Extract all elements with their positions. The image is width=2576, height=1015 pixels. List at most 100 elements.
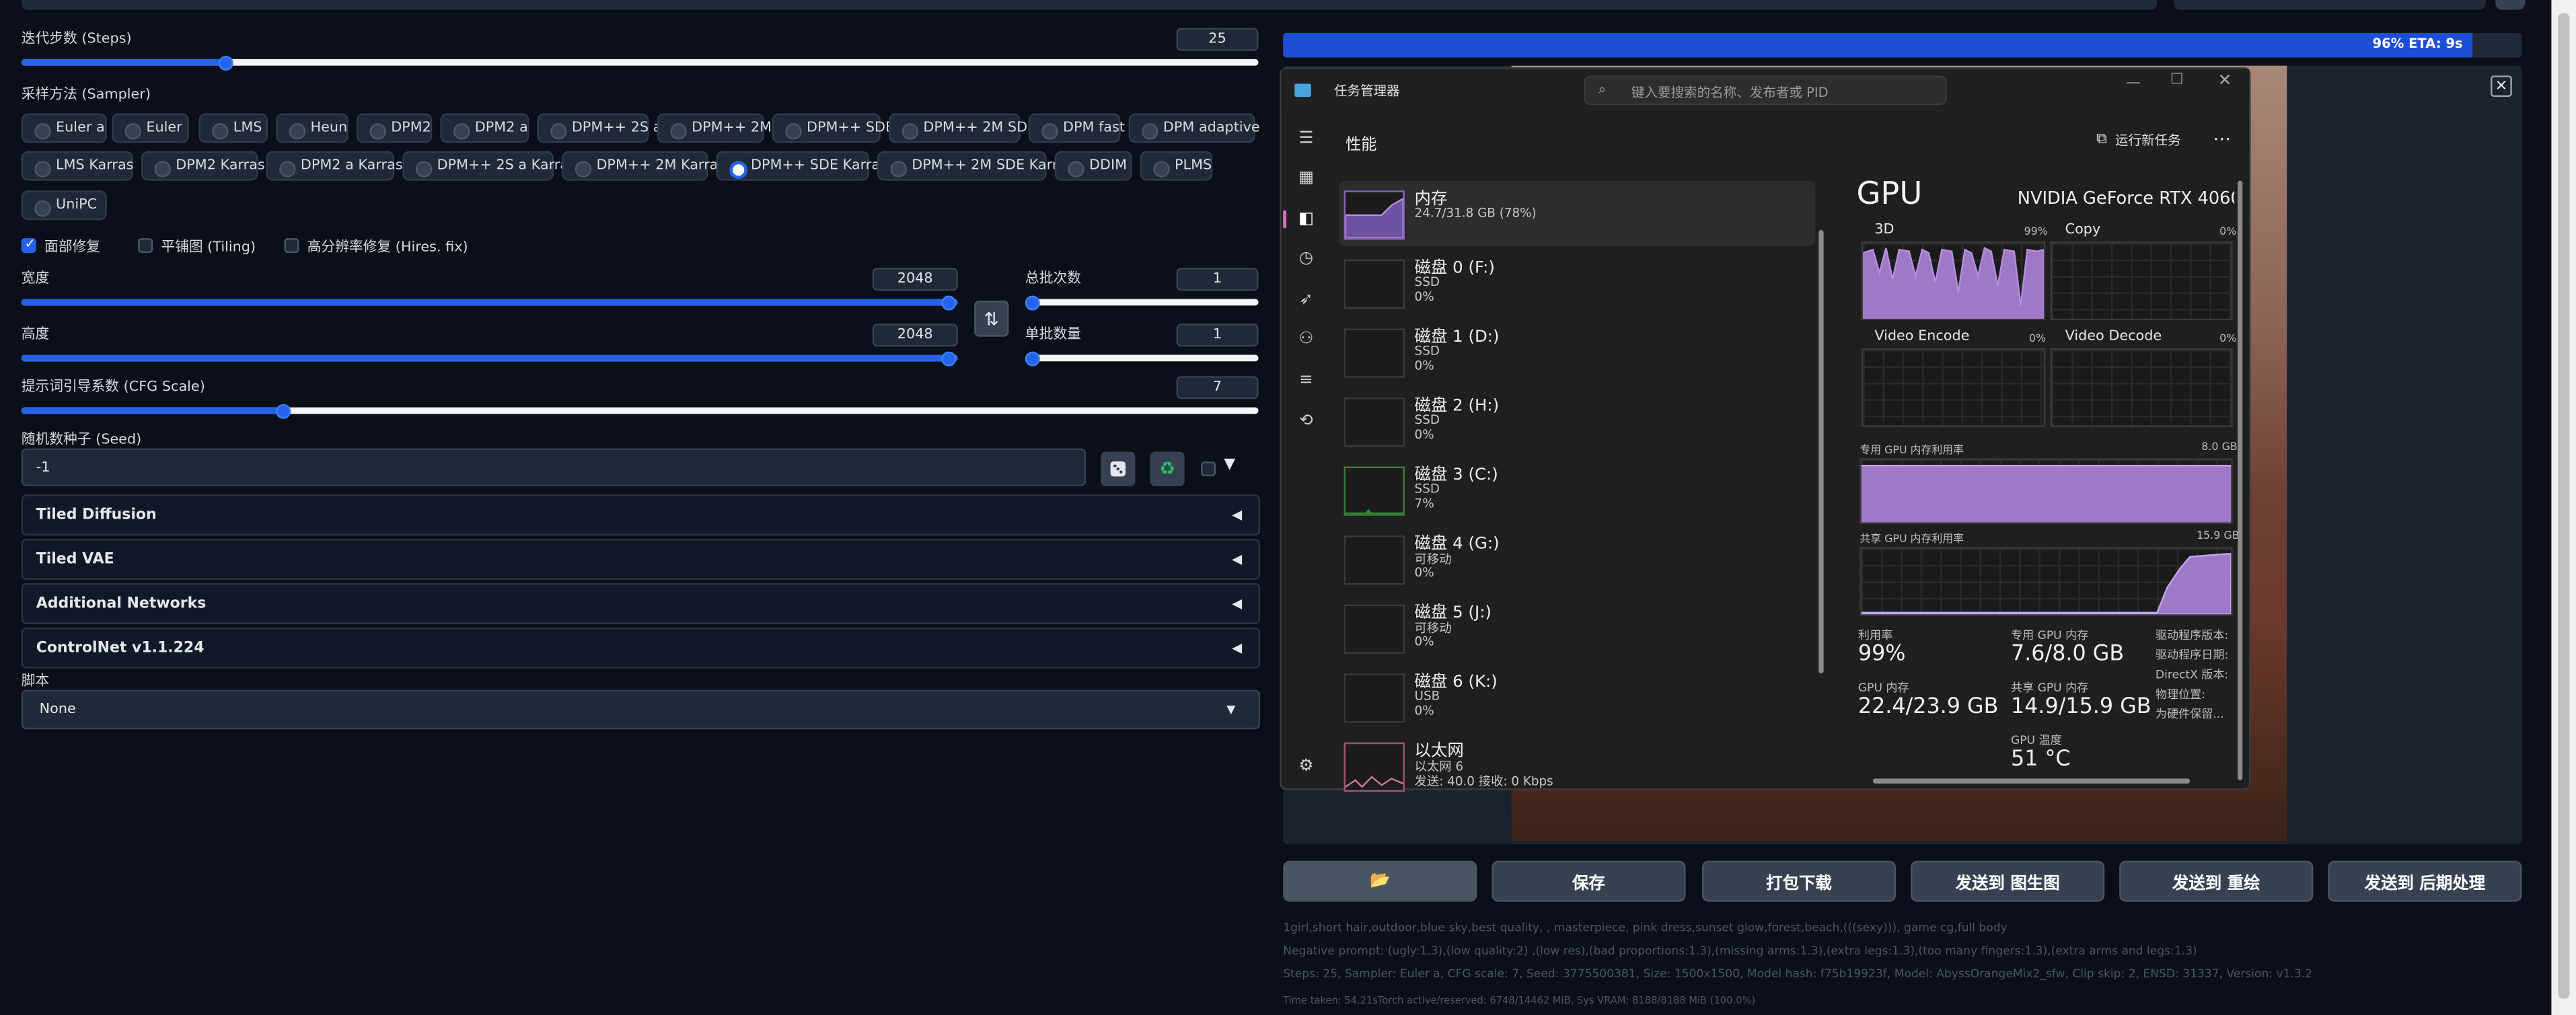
device-item[interactable]: 内存 24.7/31.8 GB (78%) — [1339, 180, 1816, 247]
minimize-icon[interactable]: — — [2126, 75, 2141, 91]
dedicated-memory-max: 8.0 GB — [2201, 440, 2238, 453]
processes-icon[interactable]: ▦ — [1296, 167, 1316, 187]
progress-text: 96% ETA: 9s — [2372, 36, 2463, 51]
device-item[interactable]: 磁盘 6 (K:) USB 0% — [1339, 664, 1815, 730]
device-item[interactable]: 磁盘 5 (J:) 可移动 0% — [1339, 595, 1815, 661]
hamburger-menu-icon[interactable]: ☰ — [1296, 128, 1316, 147]
cfg-slider-handle[interactable] — [276, 404, 291, 419]
gpu-panel-vscrollbar[interactable] — [2238, 180, 2243, 780]
batch-size-input[interactable]: 1 — [1176, 324, 1259, 347]
width-input[interactable]: 2048 — [872, 268, 958, 291]
sampler-option-dpm-fast[interactable]: DPM fast — [1028, 113, 1125, 143]
hires-checkbox[interactable] — [284, 238, 299, 254]
extra-seed-toggle-icon[interactable]: ▼ — [1224, 457, 1235, 473]
sampler-option-dpm-2s-a[interactable]: DPM++ 2S a — [537, 113, 661, 143]
accordion-tiled-diffusion[interactable]: Tiled Diffusion ◀ — [21, 494, 1261, 536]
services-icon[interactable]: ⟲ — [1296, 411, 1316, 430]
sampler-option-dpm-adaptive[interactable]: DPM adaptive — [1128, 113, 1260, 143]
device-list-scrollbar[interactable] — [1818, 229, 1824, 674]
collapse-arrow-icon: ◀ — [1232, 507, 1243, 523]
dedicated-gpu-memory-value: 7.6/8.0 GB — [2011, 642, 2125, 667]
search-box[interactable]: ⌕ 键入要搜索的名称、发布者或 PID — [1584, 75, 1947, 106]
steps-slider[interactable] — [21, 59, 1259, 66]
sampler-option-euler-a[interactable]: Euler a — [21, 113, 107, 143]
sampler-option-unipc[interactable]: UniPC — [21, 190, 107, 221]
device-item[interactable]: 磁盘 4 (G:) 可移动 0% — [1339, 525, 1815, 591]
height-slider[interactable] — [21, 354, 958, 362]
cfg-slider[interactable] — [21, 407, 1259, 414]
gpu-memory-value: 22.4/23.9 GB — [1857, 694, 1999, 720]
send-to-inpaint-button[interactable]: 发送到 重绘 — [2119, 860, 2314, 902]
sampler-option-dpm2-a[interactable]: DPM2 a — [440, 113, 529, 143]
swap-dimensions-button[interactable]: ⇅ — [974, 300, 1009, 337]
reuse-seed-button[interactable]: ♻ — [1150, 451, 1185, 486]
send-to-extras-button[interactable]: 发送到 后期处理 — [2328, 860, 2522, 902]
steps-input[interactable]: 25 — [1176, 28, 1259, 51]
sampler-option-dpm-2m[interactable]: DPM++ 2M — [657, 113, 772, 143]
device-item[interactable]: 磁盘 1 (D:) SSD 0% — [1339, 319, 1815, 385]
performance-icon[interactable]: ◧ — [1296, 209, 1316, 228]
sampler-option-lms[interactable]: LMS — [198, 113, 268, 143]
face-restore-checkbox[interactable] — [21, 237, 36, 254]
device-thumbnail — [1344, 190, 1405, 240]
sampler-option-dpm-2m-sde-karras[interactable]: DPM++ 2M SDE Karras — [877, 151, 1074, 181]
scrollbar-thumb[interactable] — [2558, 13, 2570, 999]
device-item[interactable]: 磁盘 3 (C:) SSD 7% — [1339, 457, 1815, 523]
sampler-option-dpm-2m-sde[interactable]: DPM++ 2M SDE — [889, 113, 1036, 143]
sampler-option-ddim[interactable]: DDIM — [1054, 151, 1132, 181]
sampler-option-dpm-sde[interactable]: DPM++ SDE — [772, 113, 894, 143]
accordion-additional-networks[interactable]: Additional Networks ◀ — [21, 582, 1261, 624]
tiling-checkbox[interactable] — [138, 238, 153, 254]
height-input[interactable]: 2048 — [872, 324, 958, 347]
startup-apps-icon[interactable]: ➶ — [1296, 289, 1316, 309]
random-seed-button[interactable] — [1101, 451, 1136, 486]
top-bar-button[interactable] — [2495, 0, 2526, 10]
video-decode-graph — [2050, 348, 2233, 427]
accordion-controlnet[interactable]: ControlNet v1.1.224 ◀ — [21, 627, 1261, 669]
device-item[interactable]: 以太网 以太网 6 发送: 40.0 接收: 0 Kbps — [1339, 732, 1815, 798]
steps-slider-handle[interactable] — [218, 56, 233, 71]
send-to-img2img-button[interactable]: 发送到 图生图 — [1911, 860, 2105, 902]
app-history-icon[interactable]: ◷ — [1296, 248, 1316, 268]
window-close-icon[interactable]: ✕ — [2218, 72, 2232, 90]
close-icon[interactable]: ✕ — [2491, 75, 2512, 98]
device-usage: 0% — [1414, 703, 1434, 718]
device-item[interactable]: 磁盘 0 (F:) SSD 0% — [1339, 250, 1815, 315]
sampler-option-plms[interactable]: PLMS — [1140, 151, 1213, 181]
sampler-option-dpm-2s-a-karras[interactable]: DPM++ 2S a Karras — [402, 151, 576, 181]
device-item[interactable]: 磁盘 2 (H:) SSD 0% — [1339, 387, 1815, 453]
width-slider-handle[interactable] — [941, 295, 957, 311]
dedicated-memory-fill — [1861, 465, 2232, 523]
height-slider-handle[interactable] — [941, 351, 957, 367]
settings-gear-icon[interactable]: ⚙ — [1296, 755, 1316, 775]
sampler-option-dpm2-a-karras[interactable]: DPM2 a Karras — [266, 151, 403, 181]
batch-count-slider-handle[interactable] — [1025, 295, 1040, 311]
more-options-button[interactable]: ⋯ — [2213, 128, 2231, 149]
open-folder-button[interactable]: 📂 — [1283, 860, 1477, 902]
batch-size-slider-handle[interactable] — [1025, 351, 1040, 367]
sampler-option-lms-karras[interactable]: LMS Karras — [21, 151, 133, 181]
save-button[interactable]: 保存 — [1492, 860, 1686, 902]
sampler-option-dpm2-karras[interactable]: DPM2 Karras — [141, 151, 265, 181]
batch-count-input[interactable]: 1 — [1176, 268, 1259, 291]
steps-label: 迭代步数 (Steps) — [21, 31, 132, 48]
extra-seed-checkbox[interactable] — [1201, 461, 1216, 477]
zip-download-button[interactable]: 打包下载 — [1701, 860, 1897, 902]
sampler-option-heun[interactable]: Heun — [276, 113, 348, 143]
maximize-icon[interactable]: ☐ — [2170, 72, 2184, 88]
accordion-tiled-vae[interactable]: Tiled VAE ◀ — [21, 538, 1261, 580]
cfg-input[interactable]: 7 — [1176, 376, 1259, 400]
sampler-option-dpm-2m-karras[interactable]: DPM++ 2M Karras — [562, 151, 725, 181]
batch-size-slider[interactable] — [1025, 354, 1259, 362]
gpu-panel-hscrollbar[interactable] — [1872, 778, 2191, 784]
sampler-option-dpm-sde-karras[interactable]: DPM++ SDE Karras — [716, 151, 887, 181]
sampler-option-dpm2[interactable]: DPM2 — [356, 113, 433, 143]
run-new-task-button[interactable]: ⧉ 运行新任务 — [2096, 128, 2181, 151]
width-slider[interactable] — [21, 299, 958, 306]
users-icon[interactable]: ⚇ — [1296, 328, 1316, 348]
script-select[interactable]: None ▼ — [21, 689, 1261, 730]
details-icon[interactable]: ≡ — [1296, 369, 1316, 389]
sampler-option-euler[interactable]: Euler — [112, 113, 189, 143]
seed-input[interactable]: -1 — [21, 448, 1087, 486]
batch-count-slider[interactable] — [1025, 299, 1259, 306]
